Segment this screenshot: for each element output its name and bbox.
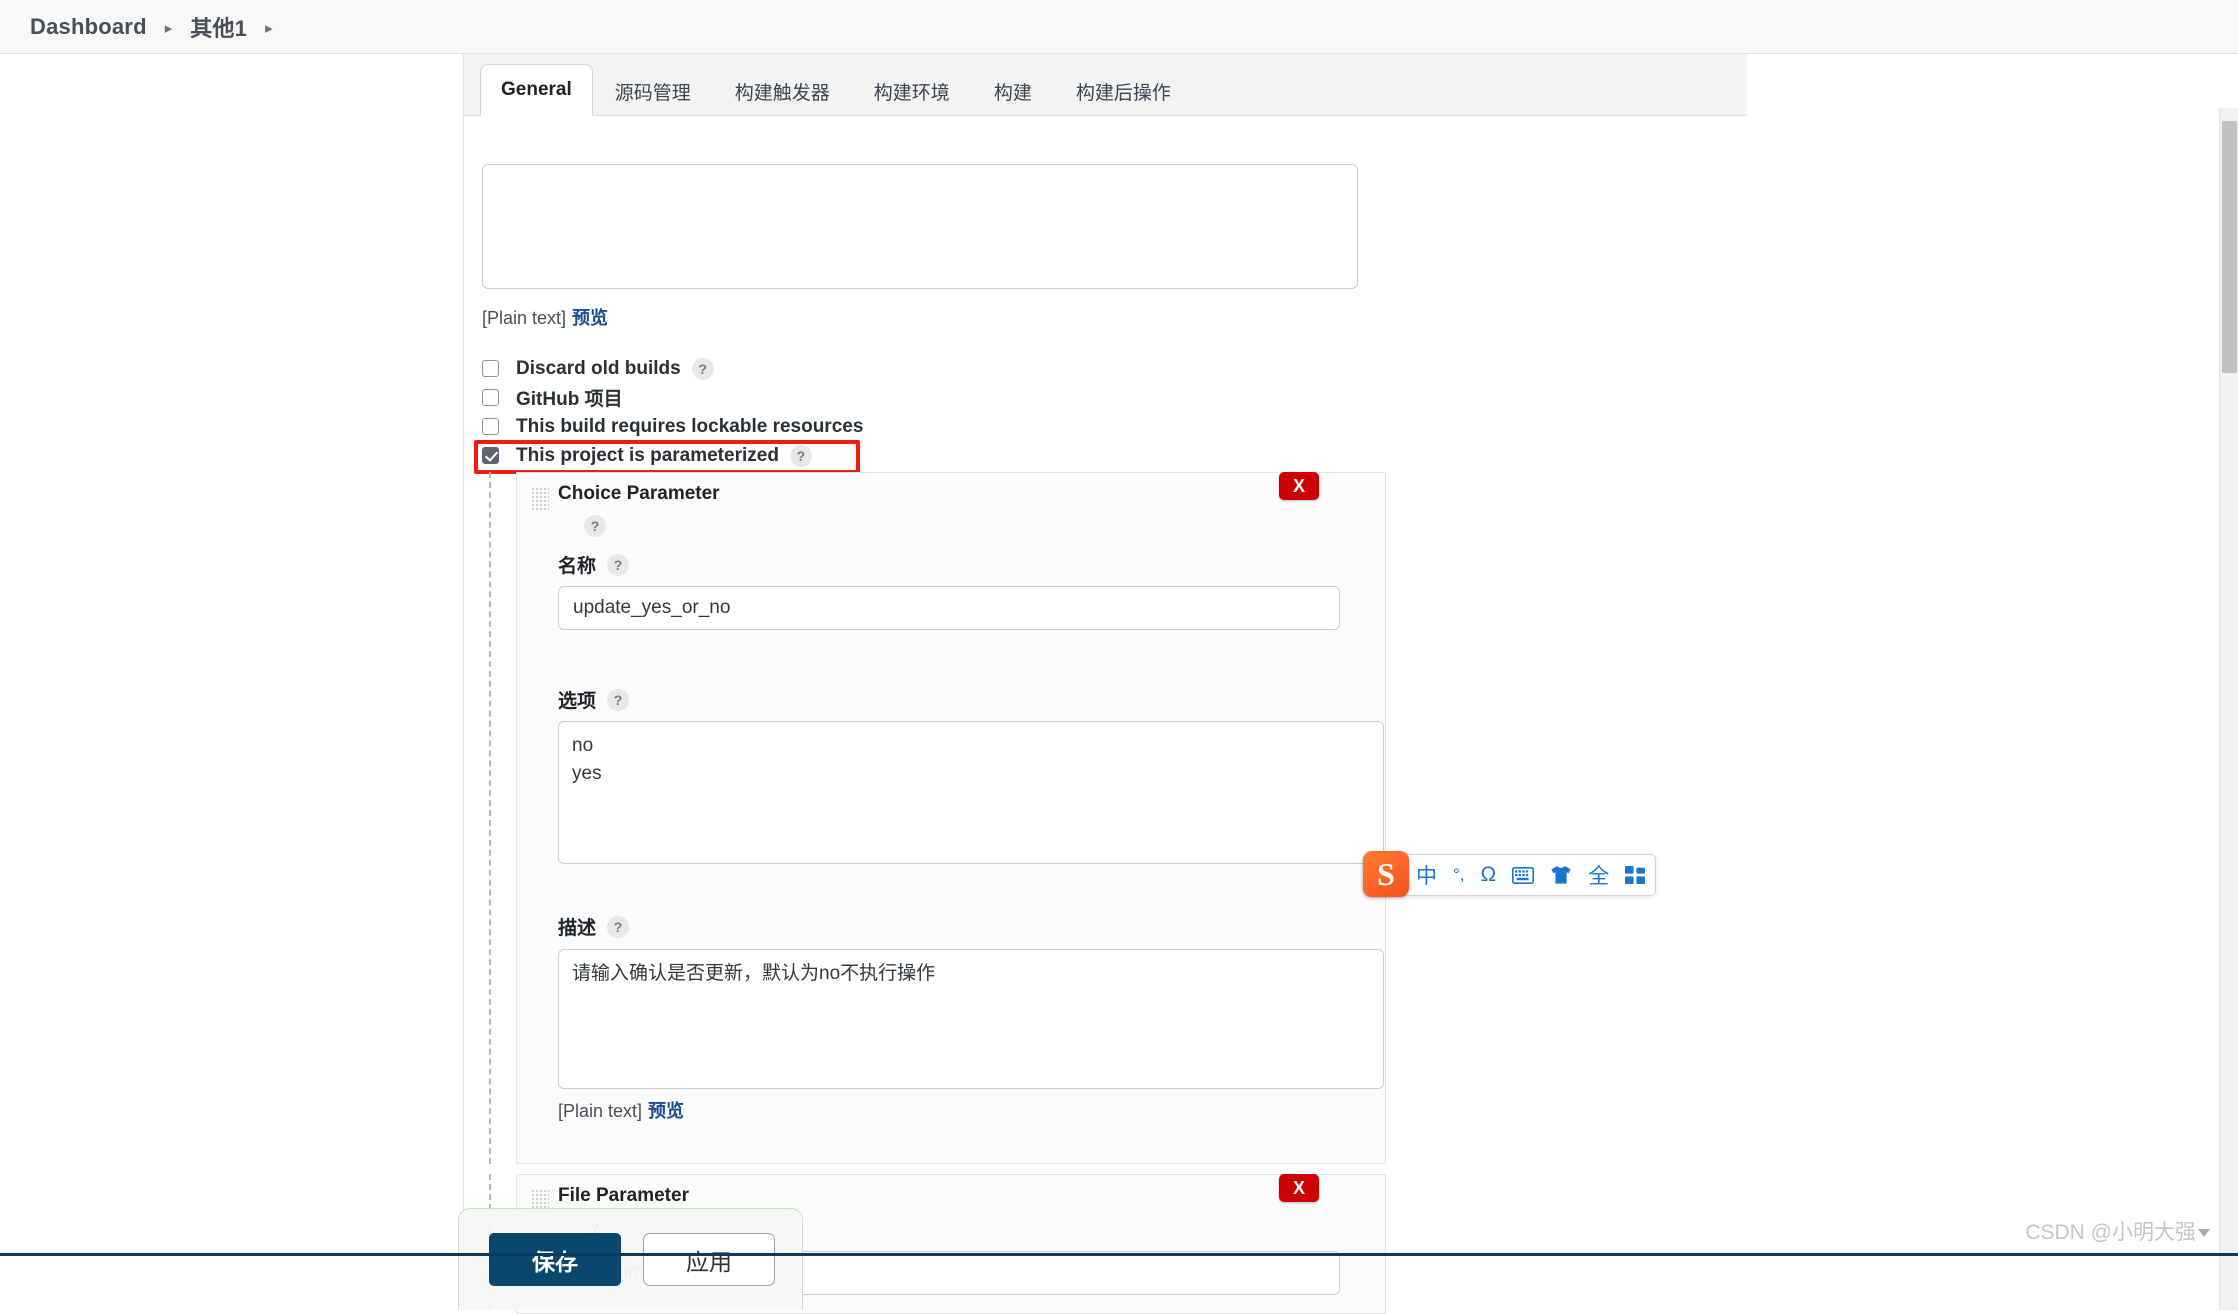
- parameter-plain-text-label: [Plain text]: [558, 1101, 643, 1121]
- checkbox-label-discard-old-builds: Discard old builds: [516, 357, 681, 379]
- field-label-name-text: 名称: [558, 556, 597, 577]
- page-body: General 源码管理 构建触发器 构建环境 构建 构建后操作 [Plain …: [0, 54, 2238, 1314]
- drag-handle-icon[interactable]: [531, 487, 549, 511]
- delete-parameter-choice-button[interactable]: X: [1279, 472, 1319, 500]
- tab-post-build-actions[interactable]: 构建后操作: [1054, 67, 1193, 115]
- parameter-description-plain-text-row: [Plain text] 预览: [558, 1097, 684, 1123]
- chinese-mode-icon[interactable]: 中: [1416, 860, 1437, 890]
- fullwidth-icon[interactable]: 全: [1588, 860, 1609, 890]
- checkbox-project-is-parameterized[interactable]: [482, 447, 499, 464]
- config-tab-bar: General 源码管理 构建触发器 构建环境 构建 构建后操作: [464, 54, 1747, 116]
- checkbox-row-project-is-parameterized[interactable]: This project is parameterized ?: [482, 441, 863, 470]
- general-options-checkbox-list: Discard old builds ? GitHub 项目 This buil…: [482, 354, 863, 470]
- delete-parameter-file-button[interactable]: X: [1279, 1174, 1319, 1202]
- checkbox-row-lockable-resources[interactable]: This build requires lockable resources: [482, 412, 863, 441]
- help-icon-project-is-parameterized[interactable]: ?: [789, 444, 812, 467]
- field-label-choices: 选项 ?: [558, 686, 630, 713]
- parameter-block-choice: Choice Parameter ? 名称 ? 选项 ? no yes 描述 ?…: [516, 472, 1386, 1164]
- field-label-name: 名称 ?: [558, 551, 630, 578]
- help-icon-description[interactable]: ?: [607, 915, 630, 938]
- vertical-scrollbar-thumb[interactable]: [2222, 121, 2237, 373]
- breadcrumb-dropdown-icon[interactable]: ▸: [265, 19, 273, 37]
- parameter-type-title: Choice Parameter: [558, 483, 720, 504]
- preview-link[interactable]: 预览: [572, 308, 608, 328]
- tab-general[interactable]: General: [480, 64, 593, 116]
- save-button[interactable]: 保存: [489, 1233, 621, 1286]
- help-icon-choices[interactable]: ?: [607, 688, 630, 711]
- checkbox-discard-old-builds[interactable]: [482, 360, 499, 377]
- parameter-group-guide-choice: [489, 472, 491, 1164]
- field-label-description-text: 描述: [558, 918, 597, 939]
- vertical-scrollbar-track[interactable]: [2219, 108, 2238, 1310]
- parameter-type-title: File Parameter: [558, 1185, 689, 1206]
- checkbox-row-discard-old-builds[interactable]: Discard old builds ?: [482, 354, 863, 383]
- special-symbol-icon[interactable]: Ω: [1481, 863, 1497, 887]
- watermark-caret-icon: [2198, 1229, 2210, 1237]
- field-label-choices-text: 选项: [558, 691, 597, 712]
- checkbox-label-project-is-parameterized: This project is parameterized: [516, 444, 779, 466]
- watermark-text: CSDN @小明大强: [2025, 1221, 2196, 1244]
- name-input[interactable]: [558, 586, 1340, 630]
- form-action-bar: 保存 应用: [458, 1208, 803, 1310]
- checkbox-github-project[interactable]: [482, 389, 499, 406]
- breadcrumb-item-project[interactable]: 其他1: [190, 11, 247, 43]
- toolbox-icon[interactable]: [1625, 865, 1646, 885]
- checkbox-row-github-project[interactable]: GitHub 项目: [482, 383, 863, 412]
- choices-textarea[interactable]: no yes: [558, 721, 1384, 864]
- tab-build[interactable]: 构建: [972, 67, 1054, 115]
- sogou-ime-toolbar[interactable]: S 中 °, Ω 全: [1363, 851, 1656, 897]
- help-icon-name[interactable]: ?: [607, 553, 630, 576]
- parameter-description-textarea[interactable]: 请输入确认是否更新，默认为no不执行操作: [558, 949, 1384, 1089]
- breadcrumb-item-dashboard[interactable]: Dashboard: [30, 14, 147, 40]
- tab-build-triggers[interactable]: 构建触发器: [713, 67, 852, 115]
- description-plain-text-row: [Plain text] 预览: [482, 304, 608, 330]
- help-icon-discard-old-builds[interactable]: ?: [691, 357, 714, 380]
- breadcrumb-bar: Dashboard ▸ 其他1 ▸: [0, 0, 2238, 54]
- plain-text-label: [Plain text]: [482, 308, 567, 328]
- job-description-textarea[interactable]: [482, 164, 1358, 289]
- checkbox-label-github-project: GitHub 项目: [516, 389, 623, 410]
- tab-source-management[interactable]: 源码管理: [593, 67, 713, 115]
- checkbox-label-lockable-resources: This build requires lockable resources: [516, 415, 864, 437]
- punctuation-icon[interactable]: °,: [1453, 865, 1465, 885]
- soft-keyboard-icon[interactable]: [1512, 866, 1535, 884]
- skin-icon[interactable]: [1550, 865, 1572, 885]
- field-label-description: 描述 ?: [558, 913, 630, 940]
- sogou-logo-icon[interactable]: S: [1363, 851, 1409, 897]
- checkbox-lockable-resources[interactable]: [482, 418, 499, 435]
- tab-build-environment[interactable]: 构建环境: [852, 67, 972, 115]
- parameter-preview-link[interactable]: 预览: [648, 1101, 684, 1121]
- csdn-watermark: CSDN @小明大强: [2025, 1216, 2210, 1246]
- breadcrumb-separator-icon: ▸: [164, 19, 173, 37]
- apply-button[interactable]: 应用: [643, 1233, 775, 1286]
- help-icon-choice-parameter[interactable]: ?: [584, 515, 606, 537]
